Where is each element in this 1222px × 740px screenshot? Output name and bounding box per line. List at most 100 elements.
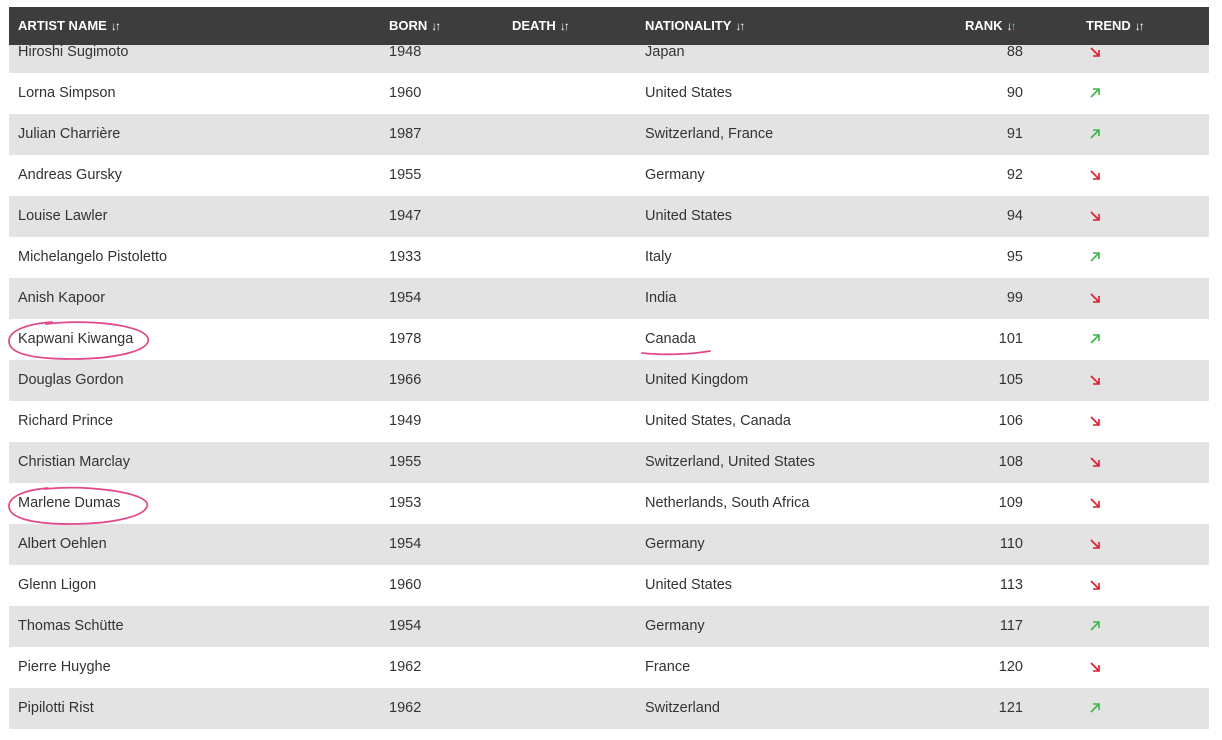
- artist-name-cell[interactable]: Hiroshi Sugimoto: [18, 45, 128, 73]
- born-cell: 1949: [389, 413, 422, 429]
- table-row[interactable]: Pierre Huyghe 1962 France 120: [9, 647, 1209, 688]
- column-header-death[interactable]: DEATH ↓↑: [512, 7, 570, 45]
- rank-cell: 108: [998, 454, 1023, 470]
- born-cell: 1987: [389, 126, 422, 142]
- nationality-cell: United States: [645, 577, 733, 593]
- trend-up-arrow-icon: [1085, 237, 1105, 278]
- trend-down-arrow-icon: [1085, 196, 1105, 237]
- artist-name-cell[interactable]: Marlene Dumas: [18, 483, 120, 524]
- nationality-cell: Switzerland, France: [645, 126, 774, 142]
- table-row[interactable]: Christian Marclay 1955 Switzerland, United…: [9, 442, 1209, 483]
- column-header-label: ARTIST NAME: [18, 18, 107, 33]
- table-row[interactable]: Michelangelo Pistoletto 1933 Italy 95: [9, 237, 1209, 278]
- rank-cell: 106: [998, 413, 1023, 429]
- column-header-label: RANK: [965, 18, 1003, 33]
- artist-name-cell[interactable]: Michelangelo Pistoletto: [18, 237, 167, 278]
- sort-icon-active[interactable]: ↓↑: [1007, 7, 1017, 45]
- table-row[interactable]: Albert Oehlen 1954 Germany 110: [9, 524, 1209, 565]
- nationality-cell: Japan: [645, 45, 685, 60]
- artist-name-cell[interactable]: Pierre Huyghe: [18, 647, 111, 688]
- artist-name-cell[interactable]: Glenn Ligon: [18, 565, 96, 606]
- table-row[interactable]: Richard Prince 1949 United States, Canada 1…: [9, 401, 1209, 442]
- sort-icon[interactable]: ↓↑: [560, 7, 570, 45]
- born-cell: 1954: [389, 618, 422, 634]
- column-header-rank[interactable]: RANK ↓↑: [965, 7, 1017, 45]
- table-row[interactable]: Pipilotti Rist 1962 Switzerland 121: [9, 688, 1209, 729]
- column-header-trend[interactable]: TREND ↓↑: [1086, 7, 1145, 45]
- born-cell: 1954: [389, 536, 422, 552]
- nationality-cell: Germany: [645, 618, 705, 634]
- column-header-nationality[interactable]: NATIONALITY ↓↑: [645, 7, 745, 45]
- table-row[interactable]: Glenn Ligon 1960 United States 113: [9, 565, 1209, 606]
- table-row[interactable]: Marlene Dumas 1953 Netherlands, South Afri…: [9, 483, 1209, 524]
- trend-down-arrow-icon: [1085, 524, 1105, 565]
- sort-icon[interactable]: ↓↑: [111, 7, 121, 45]
- artist-name-cell[interactable]: Thomas Schütte: [18, 606, 124, 647]
- nationality-cell: United States, Canada: [645, 413, 791, 429]
- sort-icon[interactable]: ↓↑: [1135, 7, 1145, 45]
- artist-name-cell[interactable]: Louise Lawler: [18, 196, 107, 237]
- artist-name-cell[interactable]: Andreas Gursky: [18, 155, 122, 196]
- born-cell: 1978: [389, 331, 422, 347]
- table-row[interactable]: Anish Kapoor 1954 India 99: [9, 278, 1209, 319]
- table-row[interactable]: Hiroshi Sugimoto 1948 Japan 88: [9, 45, 1209, 73]
- nationality-cell: Italy: [645, 249, 672, 265]
- born-cell: 1947: [389, 208, 422, 224]
- nationality-cell: Switzerland: [645, 700, 720, 716]
- rank-cell: 94: [1006, 208, 1023, 224]
- rank-cell: 88: [1006, 45, 1023, 60]
- artist-name-cell[interactable]: Richard Prince: [18, 401, 113, 442]
- table-row[interactable]: Louise Lawler 1947 United States 94: [9, 196, 1209, 237]
- trend-down-arrow-icon: [1085, 442, 1105, 483]
- artist-name-cell[interactable]: Douglas Gordon: [18, 360, 124, 401]
- table-row[interactable]: Andreas Gursky 1955 Germany 92: [9, 155, 1209, 196]
- rank-cell: 105: [998, 372, 1023, 388]
- trend-down-arrow-icon: [1085, 401, 1105, 442]
- trend-down-arrow-icon: [1085, 155, 1105, 196]
- table-row[interactable]: Julian Charrière 1987 Switzerland, France 9…: [9, 114, 1209, 155]
- nationality-cell: Germany: [645, 167, 705, 183]
- born-cell: 1954: [389, 290, 422, 306]
- trend-down-arrow-icon: [1085, 360, 1105, 401]
- rank-cell: 92: [1006, 167, 1023, 183]
- rank-cell: 113: [999, 577, 1023, 593]
- rank-cell: 95: [1006, 249, 1023, 265]
- column-header-label: TREND: [1086, 18, 1131, 33]
- nationality-cell: Switzerland, United States: [645, 454, 816, 470]
- nationality-cell: United States: [645, 85, 733, 101]
- artist-name-cell[interactable]: Anish Kapoor: [18, 278, 105, 319]
- trend-down-arrow-icon: [1085, 45, 1105, 73]
- table-row[interactable]: Lorna Simpson 1960 United States 90: [9, 73, 1209, 114]
- nationality-cell: Netherlands, South Africa: [645, 495, 810, 511]
- column-header-artist-name[interactable]: ARTIST NAME ↓↑: [18, 7, 121, 45]
- table-row[interactable]: Thomas Schütte 1954 Germany 117: [9, 606, 1209, 647]
- artist-ranking-table: ARTIST NAME ↓↑ BORN ↓↑ DEATH ↓↑ NATIONALITY…: [9, 7, 1209, 729]
- born-cell: 1966: [389, 372, 422, 388]
- column-header-label: NATIONALITY: [645, 18, 732, 33]
- trend-down-arrow-icon: [1085, 278, 1105, 319]
- born-cell: 1955: [389, 167, 422, 183]
- artist-name-cell[interactable]: Pipilotti Rist: [18, 688, 94, 729]
- artist-name-cell[interactable]: Julian Charrière: [18, 114, 120, 155]
- table-body: Hiroshi Sugimoto 1948 Japan 88 Lorna Simpson…: [9, 45, 1209, 740]
- born-cell: 1962: [389, 659, 422, 675]
- born-cell: 1933: [389, 249, 422, 265]
- trend-down-arrow-icon: [1085, 483, 1105, 524]
- trend-up-arrow-icon: [1085, 73, 1105, 114]
- sort-icon[interactable]: ↓↑: [735, 7, 745, 45]
- column-header-born[interactable]: BORN ↓↑: [389, 7, 441, 45]
- artist-name-cell[interactable]: Lorna Simpson: [18, 73, 116, 114]
- rank-cell: 90: [1006, 85, 1023, 101]
- artist-name-cell[interactable]: Kapwani Kiwanga: [18, 319, 133, 360]
- trend-down-arrow-icon: [1085, 647, 1105, 688]
- rank-cell: 121: [998, 700, 1023, 716]
- table-row[interactable]: Douglas Gordon 1966 United Kingdom 105: [9, 360, 1209, 401]
- table-row[interactable]: Kapwani Kiwanga 1978 Canada 101: [9, 319, 1209, 360]
- rank-cell: 109: [998, 495, 1023, 511]
- rank-cell: 117: [999, 618, 1023, 634]
- sort-icon[interactable]: ↓↑: [431, 7, 441, 45]
- artist-name-cell[interactable]: Albert Oehlen: [18, 524, 107, 565]
- nationality-cell: Canada: [645, 331, 696, 347]
- artist-name-cell[interactable]: Christian Marclay: [18, 442, 130, 483]
- trend-down-arrow-icon: [1085, 565, 1105, 606]
